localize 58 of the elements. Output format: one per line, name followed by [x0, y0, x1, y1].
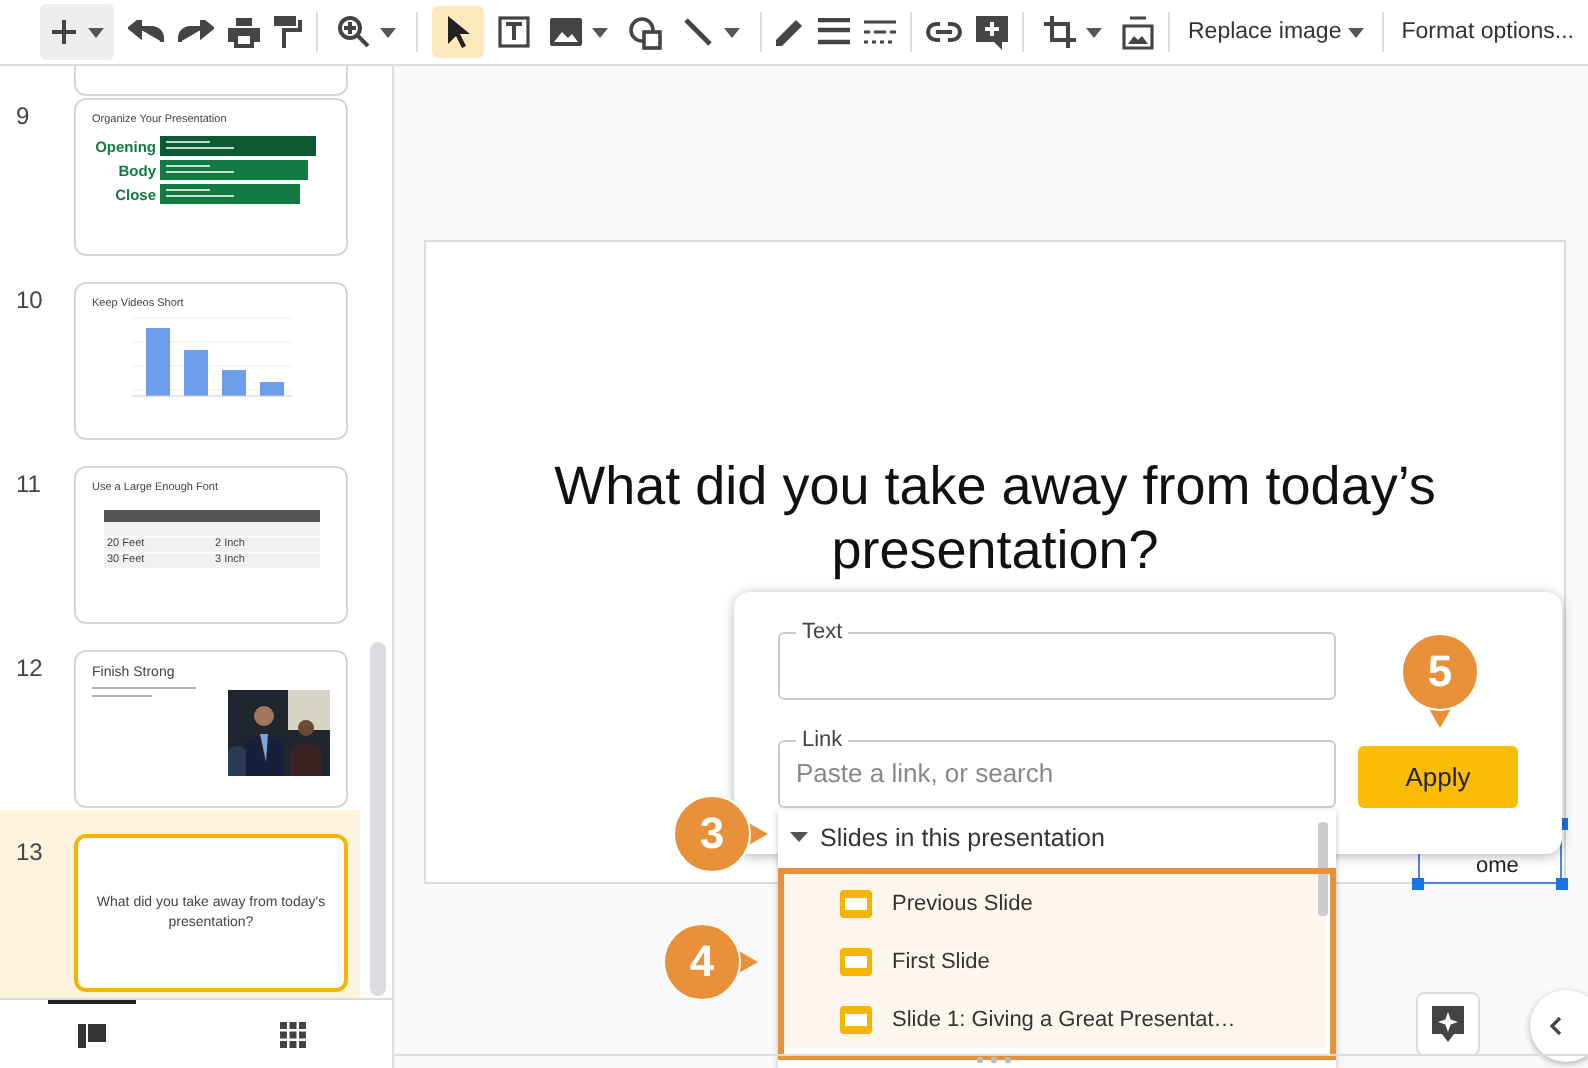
- crop-icon: [1044, 16, 1076, 48]
- link-input[interactable]: Paste a link, or search: [796, 752, 1318, 788]
- border-weight-icon[interactable]: [818, 18, 850, 46]
- line-icon: [682, 16, 714, 48]
- slide-number: 13: [14, 836, 45, 870]
- format-options-button[interactable]: Format options...: [1397, 20, 1579, 44]
- caret-icon[interactable]: [790, 832, 808, 842]
- grid-icon: [279, 1021, 305, 1047]
- chevron-left-icon: [1550, 1016, 1562, 1036]
- pointer-icon: [446, 16, 470, 48]
- paint-format-icon[interactable]: [274, 16, 302, 48]
- link-field[interactable]: Link Paste a link, or search: [778, 728, 1336, 808]
- filmstrip-icon: [78, 1024, 106, 1048]
- apply-button[interactable]: Apply: [1358, 746, 1518, 808]
- new-slide-button[interactable]: [40, 4, 114, 60]
- caret-icon: [380, 27, 396, 37]
- reset-image-icon[interactable]: [1122, 15, 1154, 49]
- shape-icon[interactable]: [628, 15, 662, 49]
- select-tool-button[interactable]: [432, 6, 484, 58]
- link-icon[interactable]: [926, 22, 962, 42]
- caret-icon: [1347, 27, 1364, 37]
- slide-thumbnail[interactable]: [74, 66, 348, 96]
- explore-button[interactable]: [1416, 992, 1480, 1056]
- plus-icon: [50, 18, 78, 46]
- caret-icon: [1086, 27, 1102, 37]
- slide-icon: [840, 889, 872, 917]
- text-box-icon[interactable]: [498, 16, 530, 48]
- image-icon: [550, 18, 582, 46]
- sparkle-icon: [1432, 1006, 1464, 1042]
- zoom-icon: [338, 16, 370, 48]
- list-item[interactable]: First Slide: [892, 949, 990, 973]
- scrollbar-thumb[interactable]: [370, 642, 386, 996]
- slide-number: 12: [14, 652, 45, 686]
- slide-icon: [840, 1005, 872, 1033]
- slide-title: What did you take away from today’s: [554, 454, 1436, 518]
- slide-title: presentation?: [831, 518, 1159, 582]
- redo-icon[interactable]: [178, 20, 214, 44]
- border-dash-icon[interactable]: [864, 20, 896, 44]
- drag-handle-icon[interactable]: [976, 1056, 1012, 1064]
- scrollbar-thumb[interactable]: [1318, 822, 1328, 916]
- replace-image-button[interactable]: Replace image: [1184, 20, 1368, 44]
- caret-icon: [724, 27, 740, 37]
- text-field[interactable]: Text: [778, 620, 1336, 700]
- slide-icon: [840, 947, 872, 975]
- caret-icon: [592, 27, 608, 37]
- list-item[interactable]: Slide 1: Giving a Great Presentat…: [892, 1007, 1236, 1031]
- caret-icon: [88, 27, 104, 37]
- section-header[interactable]: Slides in this presentation: [820, 823, 1105, 851]
- list-item[interactable]: Previous Slide: [892, 891, 1033, 915]
- add-comment-icon[interactable]: [976, 15, 1008, 49]
- undo-icon[interactable]: [128, 20, 164, 44]
- slide-number: 9: [14, 100, 32, 134]
- print-icon[interactable]: [228, 17, 260, 47]
- slide-number: 10: [14, 284, 45, 318]
- pencil-icon[interactable]: [776, 18, 804, 46]
- slide-number: 11: [14, 468, 43, 502]
- text-lines-drawing: [92, 686, 196, 700]
- bar-drawing: [160, 184, 300, 204]
